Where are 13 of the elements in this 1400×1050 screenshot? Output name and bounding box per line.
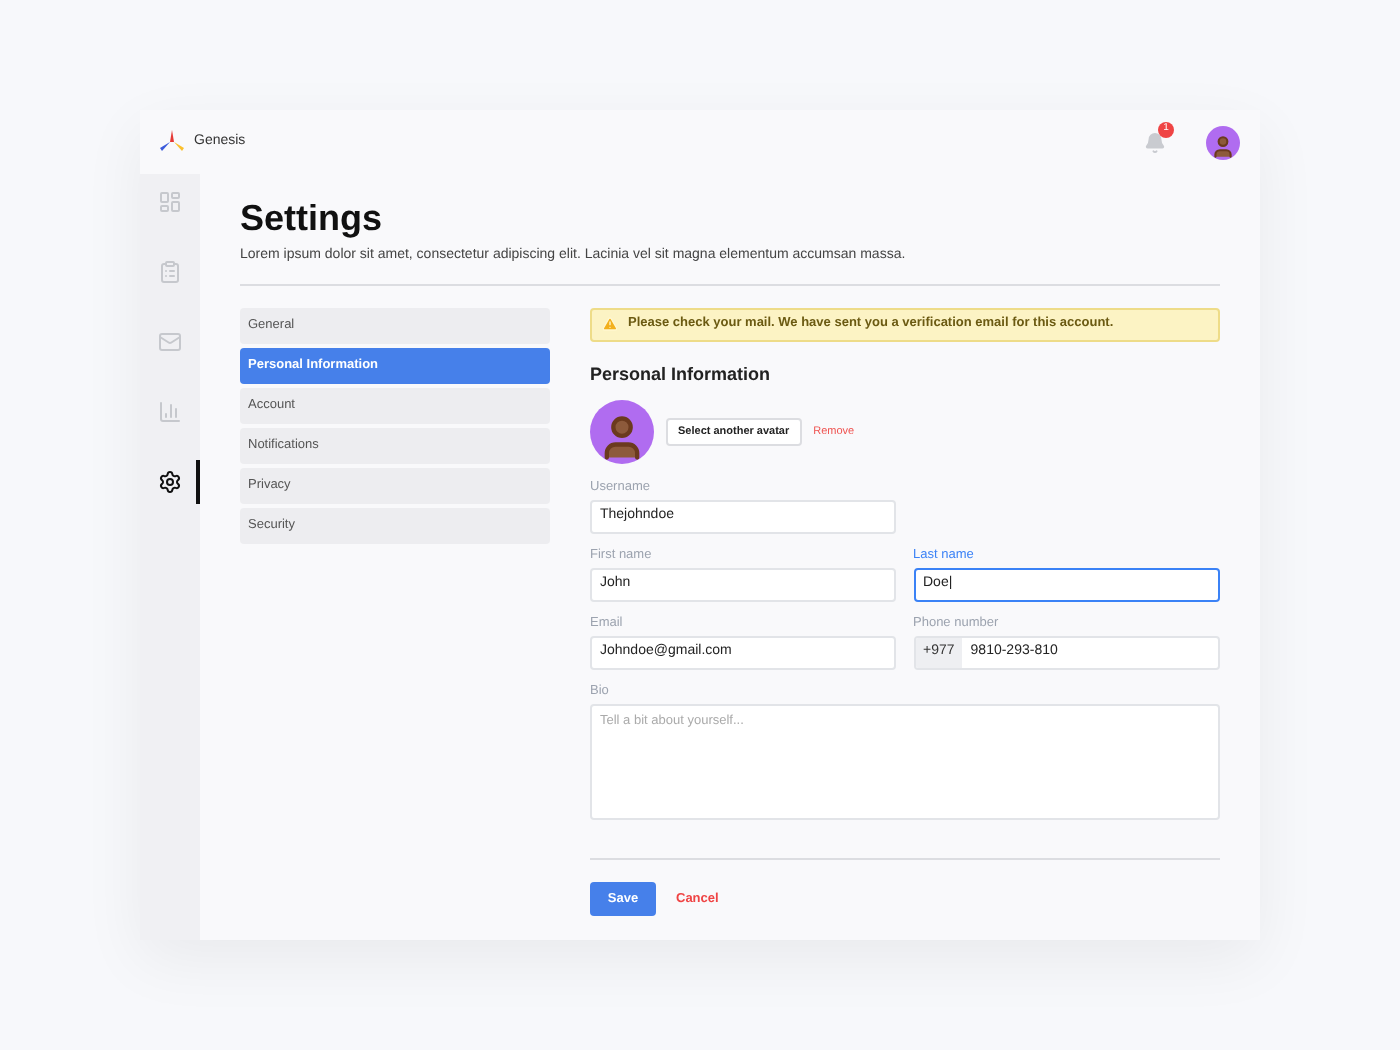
page-title: Settings — [240, 196, 385, 242]
logo-icon — [160, 130, 184, 154]
clipboard-icon[interactable] — [158, 260, 182, 284]
section-title: Personal Information — [590, 361, 773, 387]
mail-icon[interactable] — [158, 330, 182, 354]
profile-avatar — [590, 400, 654, 464]
user-avatar[interactable] — [1206, 125, 1240, 159]
notification-bell-icon[interactable] — [1144, 131, 1166, 153]
active-indicator — [196, 460, 200, 504]
warning-icon — [602, 316, 618, 332]
settings-icon[interactable] — [158, 470, 182, 494]
dashboard-icon[interactable] — [158, 190, 182, 214]
bar-chart-icon[interactable] — [158, 400, 182, 424]
